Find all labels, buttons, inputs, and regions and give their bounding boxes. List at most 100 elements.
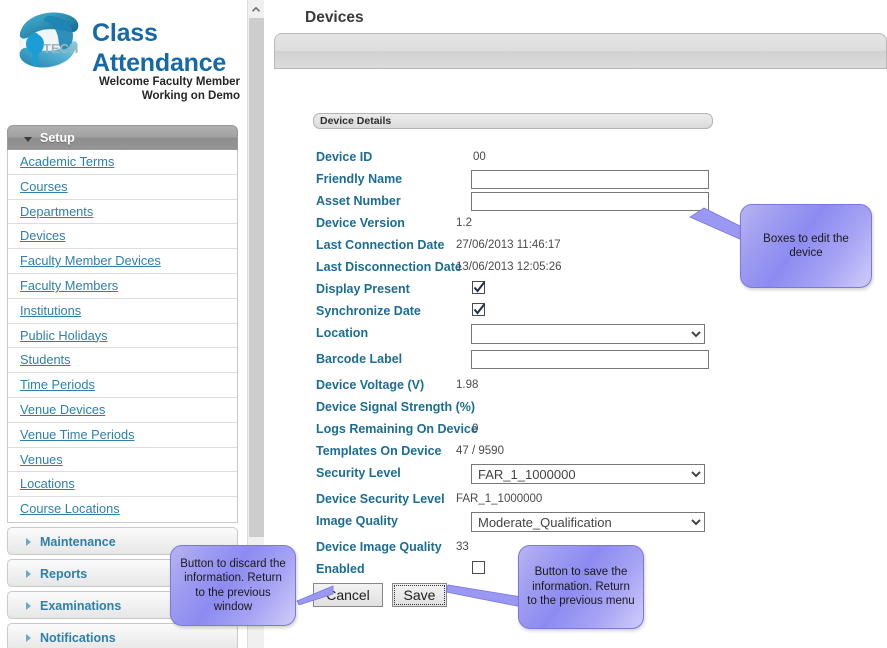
value-templates-on-device: 47 / 9590 — [456, 445, 504, 457]
sidebar-item-institutions[interactable]: Institutions — [8, 299, 237, 324]
sidebar-item-faculty-member-devices[interactable]: Faculty Member Devices — [8, 249, 237, 274]
enabled-checkbox[interactable] — [472, 561, 485, 574]
value-device-id: 00 — [473, 151, 486, 163]
sidebar-item-time-periods[interactable]: Time Periods — [8, 373, 237, 398]
sidebar-link-institutions[interactable]: Institutions — [20, 303, 81, 318]
welcome-line-2: Working on Demo — [141, 89, 240, 102]
sidebar-item-departments[interactable]: Departments — [8, 200, 237, 225]
chevron-right-icon — [26, 537, 31, 546]
chevron-right-icon — [26, 569, 31, 578]
app-title-line2: Attendance — [92, 49, 227, 77]
sidebar-item-public-holidays[interactable]: Public Holidays — [8, 324, 237, 349]
sidebar-section-examinations-label: Examinations — [40, 598, 122, 613]
field-logs-remaining: Logs Remaining On Device 0 — [313, 420, 873, 442]
sidebar-link-public-holidays[interactable]: Public Holidays — [20, 328, 108, 343]
chevron-down-icon — [24, 137, 32, 142]
label-location: Location — [316, 326, 369, 340]
label-friendly-name: Friendly Name — [316, 172, 403, 186]
sidebar-item-venue-time-periods[interactable]: Venue Time Periods — [8, 423, 237, 448]
callout-edit-boxes: Boxes to edit the device — [740, 204, 872, 288]
sidebar-link-courses[interactable]: Courses — [20, 179, 68, 194]
callout-cancel-text: Button to discard the information. Retur… — [180, 557, 286, 614]
sidebar-section-notifications-label: Notifications — [40, 630, 116, 645]
label-display-present: Display Present — [316, 282, 410, 296]
scrollbar-thumb[interactable] — [249, 18, 264, 537]
sidebar-link-locations[interactable]: Locations — [20, 476, 75, 491]
device-details-legend: Device Details — [313, 113, 713, 129]
chevron-right-icon — [26, 601, 31, 610]
globe-logo-iptech-icon: TECH — [12, 8, 90, 78]
save-button[interactable]: Save — [392, 583, 447, 607]
sidebar-link-academic-terms[interactable]: Academic Terms — [20, 154, 114, 169]
label-device-id: Device ID — [316, 150, 373, 164]
brand-header: TECH Class Attendance Welcome Faculty Me… — [0, 0, 247, 110]
sidebar-item-locations[interactable]: Locations — [8, 472, 237, 498]
label-barcode-label: Barcode Label — [316, 352, 403, 366]
sidebar-link-time-periods[interactable]: Time Periods — [20, 377, 95, 392]
label-device-signal-strength: Device Signal Strength (%) — [316, 400, 476, 414]
barcode-label-input[interactable] — [471, 350, 709, 369]
sidebar-section-setup[interactable]: Setup — [7, 125, 238, 150]
field-image-quality: Image Quality Moderate_Qualification — [313, 512, 873, 538]
callout-save: Button to save the information. Return t… — [518, 545, 644, 629]
sidebar-item-venues[interactable]: Venues — [8, 448, 237, 473]
field-synchronize-date: Synchronize Date — [313, 302, 873, 324]
label-image-quality: Image Quality — [316, 514, 398, 528]
security-level-select[interactable]: FAR_1_1000000 — [471, 464, 705, 484]
sidebar-link-venues[interactable]: Venues — [20, 452, 63, 467]
sidebar-link-departments[interactable]: Departments — [20, 204, 93, 219]
sidebar-item-academic-terms[interactable]: Academic Terms — [8, 150, 237, 175]
focus-ring — [394, 585, 445, 605]
friendly-name-input[interactable] — [471, 170, 709, 189]
label-device-version: Device Version — [316, 216, 405, 230]
sidebar-setup-items: Academic Terms Courses Departments Devic… — [7, 150, 238, 523]
sidebar-item-students[interactable]: Students — [8, 348, 237, 374]
svg-text:TECH: TECH — [43, 41, 78, 56]
field-location: Location — [313, 324, 873, 350]
sidebar-item-venue-devices[interactable]: Venue Devices — [8, 398, 237, 423]
field-device-voltage: Device Voltage (V) 1.98 — [313, 376, 873, 398]
value-device-version: 1.2 — [456, 217, 472, 229]
field-templates-on-device: Templates On Device 47 / 9590 — [313, 442, 873, 464]
sidebar-item-course-locations[interactable]: Course Locations — [8, 497, 237, 522]
field-device-id: Device ID 00 — [313, 148, 873, 170]
sidebar-link-venue-time-periods[interactable]: Venue Time Periods — [20, 427, 135, 442]
sidebar-item-devices[interactable]: Devices — [8, 224, 237, 250]
device-details-legend-label: Device Details — [320, 115, 392, 127]
callout-tail-save — [445, 584, 523, 608]
sidebar-link-course-locations[interactable]: Course Locations — [20, 501, 120, 516]
field-friendly-name: Friendly Name — [313, 170, 873, 192]
synchronize-date-checkbox[interactable] — [472, 303, 486, 316]
sidebar-link-faculty-members[interactable]: Faculty Members — [20, 278, 118, 293]
chevron-right-icon — [26, 633, 31, 642]
label-enabled: Enabled — [316, 562, 365, 576]
label-synchronize-date: Synchronize Date — [316, 304, 421, 318]
label-asset-number: Asset Number — [316, 194, 401, 208]
welcome-text: Welcome Faculty Member Working on Demo — [60, 76, 240, 103]
sidebar-link-students[interactable]: Students — [20, 352, 71, 367]
callout-save-text: Button to save the information. Return t… — [527, 566, 635, 608]
check-icon — [473, 303, 486, 315]
value-last-connection-date: 27/06/2013 11:46:17 — [456, 239, 561, 251]
sidebar-item-courses[interactable]: Courses — [8, 175, 237, 200]
label-logs-remaining: Logs Remaining On Device — [316, 422, 478, 436]
scroll-up-button[interactable] — [248, 0, 264, 17]
sidebar-section-setup-label: Setup — [40, 131, 75, 145]
label-templates-on-device: Templates On Device — [316, 444, 442, 458]
welcome-line-1: Welcome Faculty Member — [98, 76, 240, 88]
sidebar-link-faculty-member-devices[interactable]: Faculty Member Devices — [20, 253, 161, 268]
sidebar-link-devices[interactable]: Devices — [20, 228, 66, 243]
value-device-security-level: FAR_1_1000000 — [456, 493, 543, 505]
location-select[interactable] — [471, 324, 705, 344]
field-device-security-level: Device Security Level FAR_1_1000000 — [313, 490, 873, 512]
sidebar-link-venue-devices[interactable]: Venue Devices — [20, 402, 105, 417]
image-quality-select[interactable]: Moderate_Qualification — [471, 512, 705, 532]
sidebar-section-notifications[interactable]: Notifications — [7, 622, 238, 648]
label-device-security-level: Device Security Level — [316, 492, 445, 506]
field-barcode-label: Barcode Label — [313, 350, 873, 376]
display-present-checkbox[interactable] — [472, 281, 486, 294]
app-title: Class Attendance — [92, 18, 242, 78]
field-device-signal-strength: Device Signal Strength (%) — [313, 398, 873, 420]
sidebar-item-faculty-members[interactable]: Faculty Members — [8, 274, 237, 299]
callout-edit-boxes-text: Boxes to edit the device — [763, 232, 849, 260]
